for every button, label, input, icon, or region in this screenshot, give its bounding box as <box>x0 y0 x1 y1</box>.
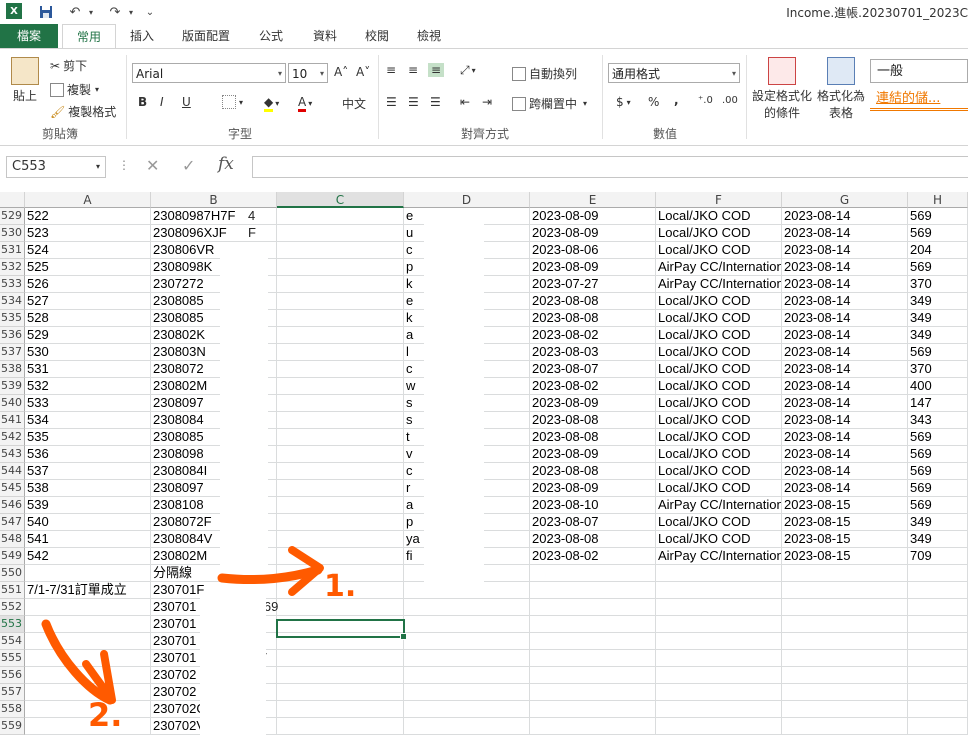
annotation-label-2: 2. <box>88 696 122 734</box>
annotation-layer: 1. 2. <box>41 546 356 734</box>
annotation-label-1: 1. <box>324 569 356 604</box>
